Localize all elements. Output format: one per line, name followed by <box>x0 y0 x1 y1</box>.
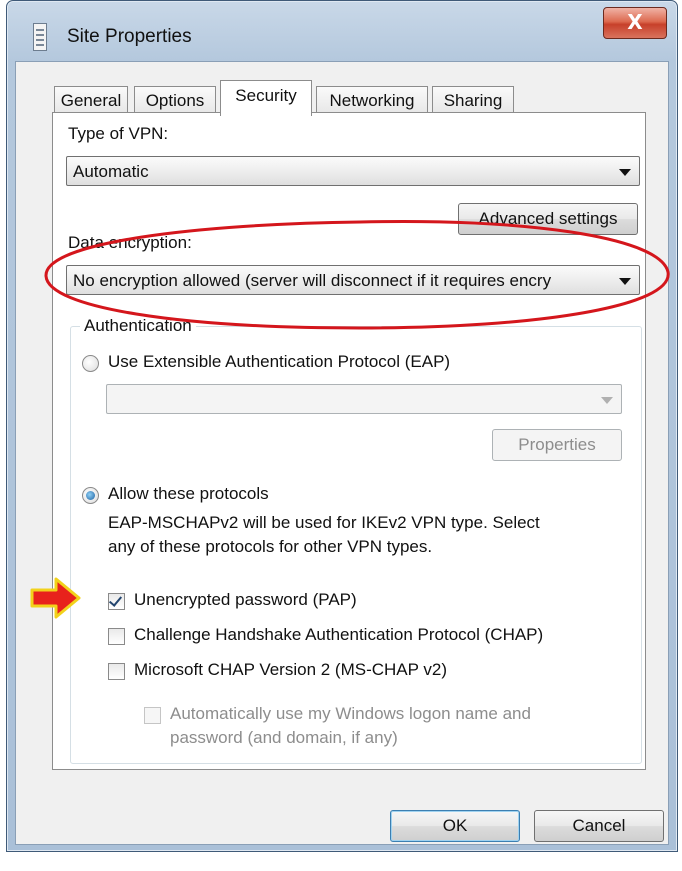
authentication-group-label: Authentication <box>80 316 196 336</box>
close-icon: X <box>627 10 643 34</box>
eap-properties-button[interactable]: Properties <box>492 429 622 461</box>
tab-options[interactable]: Options <box>134 86 216 115</box>
window-title: Site Properties <box>67 26 192 47</box>
data-encryption-value: No encryption allowed (server will disco… <box>73 271 552 290</box>
vpn-type-dropdown[interactable]: Automatic <box>66 156 640 186</box>
ok-button[interactable]: OK <box>390 810 520 842</box>
auto-logon-label-line1: Automatically use my Windows logon name … <box>170 704 531 723</box>
eap-method-dropdown[interactable] <box>106 384 622 414</box>
advanced-settings-button[interactable]: Advanced settings <box>458 203 638 235</box>
vpn-type-label: Type of VPN: <box>68 124 169 143</box>
data-encryption-label: Data encryption: <box>68 233 192 252</box>
screenshot-stage: Site Properties X General Options Securi… <box>0 0 682 871</box>
mschapv2-checkbox[interactable] <box>108 663 125 680</box>
tab-label: General <box>60 91 122 110</box>
title-bar[interactable]: Site Properties X <box>7 1 677 61</box>
chevron-down-icon <box>601 397 613 404</box>
allow-protocols-radio[interactable] <box>82 487 99 504</box>
checkmark-icon <box>108 593 123 607</box>
button-label: OK <box>442 816 468 835</box>
data-encryption-dropdown[interactable]: No encryption allowed (server will disco… <box>66 265 640 295</box>
button-label: Properties <box>518 435 596 454</box>
chap-label[interactable]: Challenge Handshake Authentication Proto… <box>134 625 543 645</box>
tab-label: Security <box>235 86 297 105</box>
button-label: Cancel <box>572 816 626 835</box>
chap-checkbox[interactable] <box>108 628 125 645</box>
auto-logon-checkbox[interactable] <box>144 707 161 724</box>
tab-label: Sharing <box>443 91 503 110</box>
button-label: Advanced settings <box>478 209 618 228</box>
eap-radio[interactable] <box>82 355 99 372</box>
dialog-icon <box>33 23 47 51</box>
tab-label: Options <box>145 91 205 110</box>
tab-label: Networking <box>329 91 415 110</box>
allow-protocols-note-line1: EAP-MSCHAPv2 will be used for IKEv2 VPN … <box>108 513 540 532</box>
allow-protocols-note-line2: any of these protocols for other VPN typ… <box>108 537 433 556</box>
pap-checkbox[interactable] <box>108 593 125 610</box>
pointer-arrow-icon <box>30 577 81 619</box>
mschapv2-label[interactable]: Microsoft CHAP Version 2 (MS-CHAP v2) <box>134 660 447 680</box>
eap-radio-label[interactable]: Use Extensible Authentication Protocol (… <box>108 352 450 372</box>
close-button[interactable]: X <box>603 7 667 39</box>
allow-protocols-label[interactable]: Allow these protocols <box>108 484 269 504</box>
tab-sharing[interactable]: Sharing <box>432 86 514 115</box>
auto-logon-label-line2: password (and domain, if any) <box>170 728 398 747</box>
vpn-type-value: Automatic <box>73 162 149 181</box>
cancel-button[interactable]: Cancel <box>534 810 664 842</box>
radio-selected-dot <box>86 491 95 500</box>
chevron-down-icon <box>619 169 631 176</box>
tab-networking[interactable]: Networking <box>316 86 428 115</box>
chevron-down-icon <box>619 278 631 285</box>
tab-security[interactable]: Security <box>220 80 312 116</box>
pap-label[interactable]: Unencrypted password (PAP) <box>134 590 357 610</box>
tab-general[interactable]: General <box>54 86 128 115</box>
